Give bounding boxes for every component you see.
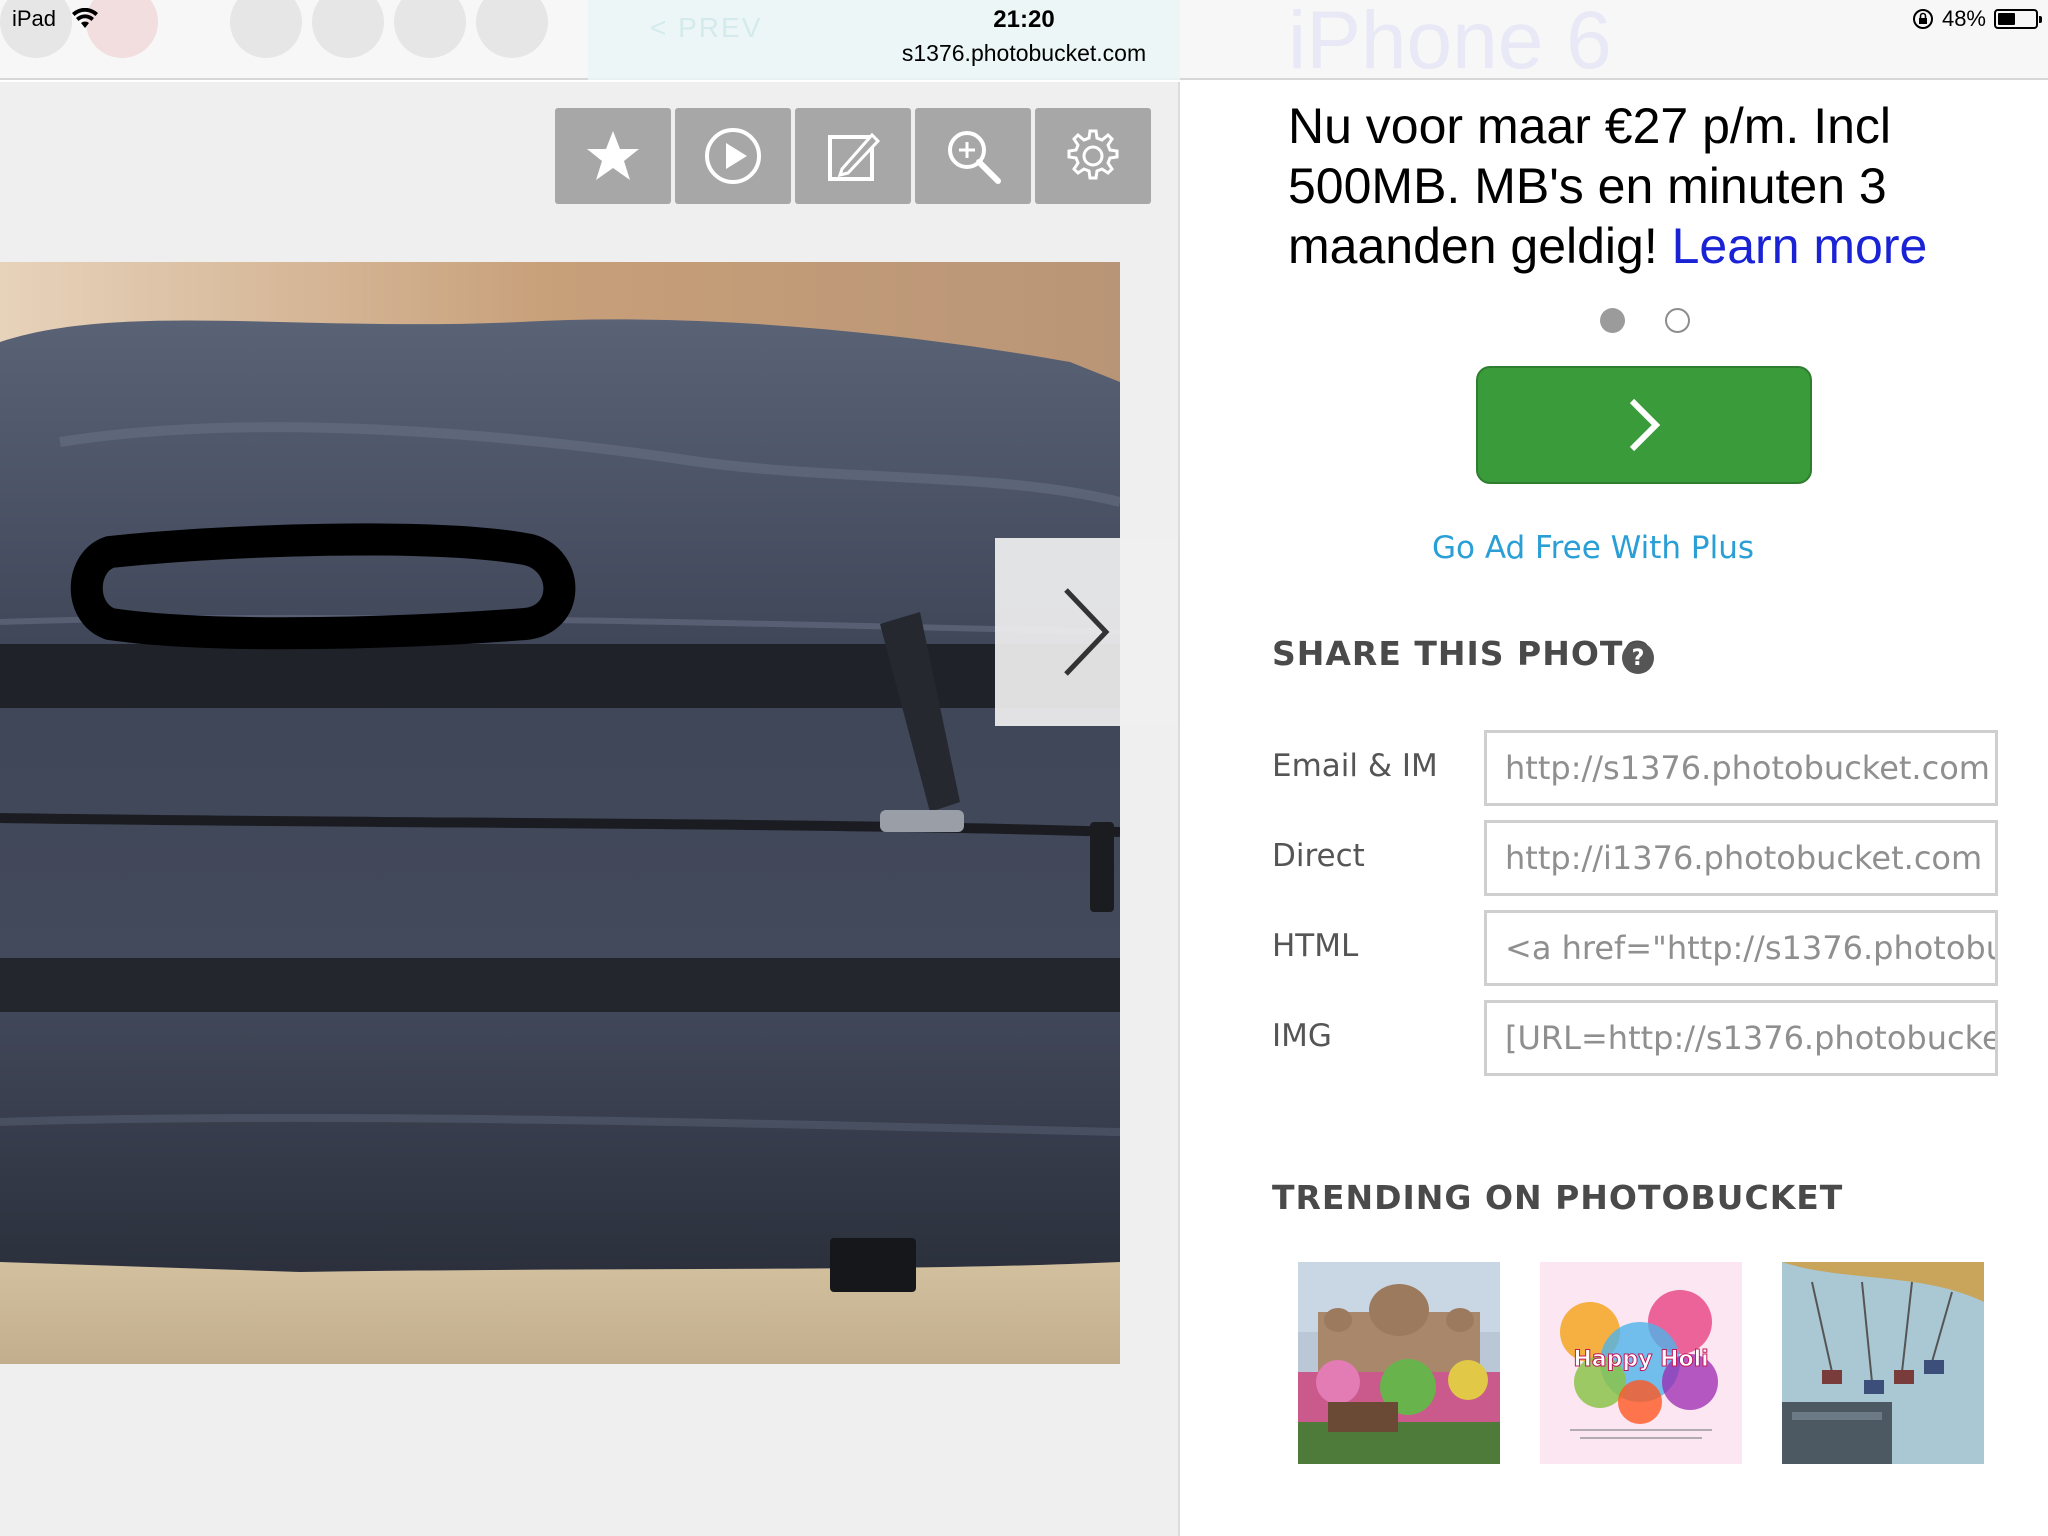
status-bar: < PREV iPhone 6 iPad 21:20 s1376.photobu… bbox=[0, 0, 2048, 86]
settings-button[interactable] bbox=[1035, 108, 1151, 204]
trending-section-title: TRENDING ON PHOTOBUCKET bbox=[1272, 1178, 1844, 1217]
ad-go-button[interactable] bbox=[1476, 366, 1812, 484]
help-icon[interactable]: ? bbox=[1622, 642, 1654, 674]
photo-image bbox=[0, 262, 1120, 1364]
battery-percent: 48% bbox=[1941, 6, 1986, 31]
main-photo[interactable] bbox=[0, 262, 1120, 1364]
share-label: Email & IM bbox=[1272, 748, 1438, 784]
settings-icon bbox=[1067, 129, 1119, 180]
star-icon bbox=[587, 131, 639, 180]
share-field-value: http://s1376.photobucket.com bbox=[1505, 749, 1990, 787]
trending-image bbox=[1782, 1262, 1984, 1464]
slideshow-button[interactable] bbox=[675, 108, 791, 204]
clock: 21:20 bbox=[993, 6, 1055, 33]
share-row-email: Email & IM http://s1376.photobucket.com bbox=[1272, 730, 2022, 806]
thumb-holi-text: Happy Holi bbox=[1573, 1347, 1708, 1372]
share-row-direct: Direct http://i1376.photobucket.com bbox=[1272, 820, 2022, 896]
address-bar[interactable]: s1376.photobucket.com bbox=[0, 40, 2048, 67]
edit-icon bbox=[828, 132, 881, 181]
carousel-dot[interactable] bbox=[1665, 308, 1690, 333]
share-direct-field[interactable]: http://i1376.photobucket.com bbox=[1484, 820, 1998, 896]
trending-image bbox=[1298, 1262, 1500, 1464]
favorite-button[interactable] bbox=[555, 108, 671, 204]
share-html-field[interactable]: <a href="http://s1376.photobu bbox=[1484, 910, 1998, 986]
trending-thumbnails: Happy Holi bbox=[1298, 1262, 1984, 1464]
share-label: HTML bbox=[1272, 928, 1359, 964]
share-img-field[interactable]: [URL=http://s1376.photobucke bbox=[1484, 1000, 1998, 1076]
share-field-value: <a href="http://s1376.photobu bbox=[1505, 929, 1998, 967]
root: { "status_bar": { "device": "iPad", "tim… bbox=[0, 0, 2048, 1536]
battery-fill bbox=[1998, 13, 2015, 25]
share-field-value: [URL=http://s1376.photobucke bbox=[1505, 1019, 1998, 1057]
next-photo-button[interactable] bbox=[995, 538, 1177, 726]
zoom-button[interactable] bbox=[915, 108, 1031, 204]
status-right: 48% bbox=[1912, 6, 2042, 32]
chevron-right-icon bbox=[1064, 588, 1110, 676]
battery-icon bbox=[1994, 9, 2042, 29]
carousel-dots bbox=[1600, 308, 1690, 333]
share-row-html: HTML <a href="http://s1376.photobu bbox=[1272, 910, 2022, 986]
carousel-dot-active[interactable] bbox=[1600, 308, 1625, 333]
chevron-right-icon bbox=[1629, 398, 1661, 452]
share-row-img: IMG [URL=http://s1376.photobucke bbox=[1272, 1000, 2022, 1076]
share-label: Direct bbox=[1272, 838, 1365, 874]
photo-viewer bbox=[0, 82, 1180, 1536]
share-field-value: http://i1376.photobucket.com bbox=[1505, 839, 1983, 877]
sidebar: Nu voor maar €27 p/m. Incl 500MB. MB's e… bbox=[1180, 82, 2048, 1536]
share-email-field[interactable]: http://s1376.photobucket.com bbox=[1484, 730, 1998, 806]
trending-image: Happy Holi bbox=[1540, 1262, 1742, 1464]
share-label: IMG bbox=[1272, 1018, 1332, 1054]
play-icon bbox=[705, 128, 761, 184]
rotation-lock-icon bbox=[1912, 9, 1933, 29]
trending-thumb-temple[interactable] bbox=[1298, 1262, 1500, 1464]
photo-toolbar bbox=[555, 108, 1151, 204]
go-ad-free-link[interactable]: Go Ad Free With Plus bbox=[1180, 530, 2006, 566]
edit-button[interactable] bbox=[795, 108, 911, 204]
ad-learn-more-link[interactable]: Learn more bbox=[1672, 218, 1928, 274]
trending-thumb-happy-holi[interactable]: Happy Holi bbox=[1540, 1262, 1742, 1464]
zoom-in-icon bbox=[948, 131, 1001, 184]
ad-banner[interactable]: Nu voor maar €27 p/m. Incl 500MB. MB's e… bbox=[1288, 96, 2008, 276]
trending-thumb-swing-ride[interactable] bbox=[1782, 1262, 1984, 1464]
share-section-title: SHARE THIS PHOTO bbox=[1272, 634, 1653, 673]
